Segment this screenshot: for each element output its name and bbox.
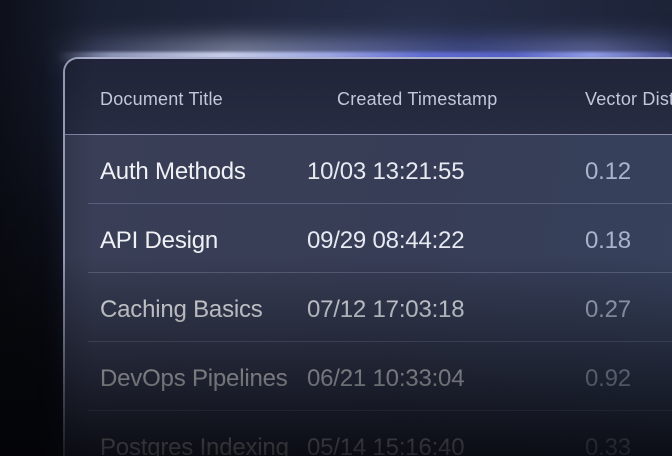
cell-document-title: API Design — [65, 227, 307, 255]
table-row[interactable]: Auth Methods 10/03 13:21:55 0.12 — [65, 135, 672, 204]
background: Document Title Created Timestamp Vector … — [0, 0, 672, 456]
cell-document-title: Postgres Indexing — [65, 434, 307, 456]
table-row[interactable]: API Design 09/29 08:44:22 0.18 — [65, 204, 672, 273]
table-row[interactable]: DevOps Pipelines 06/21 10:33:04 0.92 — [65, 342, 672, 411]
cell-created-timestamp: 05/14 15:16:40 — [307, 434, 585, 456]
cell-document-title: DevOps Pipelines — [65, 365, 307, 393]
cell-created-timestamp: 07/12 17:03:18 — [307, 296, 585, 324]
table-row[interactable]: Postgres Indexing 05/14 15:16:40 0.33 — [65, 411, 672, 456]
column-header-created-timestamp: Created Timestamp — [307, 89, 585, 110]
cell-created-timestamp: 09/29 08:44:22 — [307, 227, 585, 255]
cell-vector-distance: 0.27 — [585, 296, 672, 324]
cell-created-timestamp: 10/03 13:21:55 — [307, 158, 585, 186]
cell-document-title: Caching Basics — [65, 296, 307, 324]
cell-document-title: Auth Methods — [65, 158, 307, 186]
column-header-vector-distance: Vector Distance — [585, 89, 672, 110]
table-row[interactable]: Caching Basics 07/12 17:03:18 0.27 — [65, 273, 672, 342]
table-header: Document Title Created Timestamp Vector … — [65, 59, 672, 135]
documents-table-card: Document Title Created Timestamp Vector … — [63, 57, 672, 456]
cell-vector-distance: 0.92 — [585, 365, 672, 393]
cell-vector-distance: 0.12 — [585, 158, 672, 186]
cell-vector-distance: 0.33 — [585, 434, 672, 456]
column-header-document-title: Document Title — [65, 89, 307, 110]
cell-vector-distance: 0.18 — [585, 227, 672, 255]
cell-created-timestamp: 06/21 10:33:04 — [307, 365, 585, 393]
table-body: Auth Methods 10/03 13:21:55 0.12 API Des… — [65, 135, 672, 456]
